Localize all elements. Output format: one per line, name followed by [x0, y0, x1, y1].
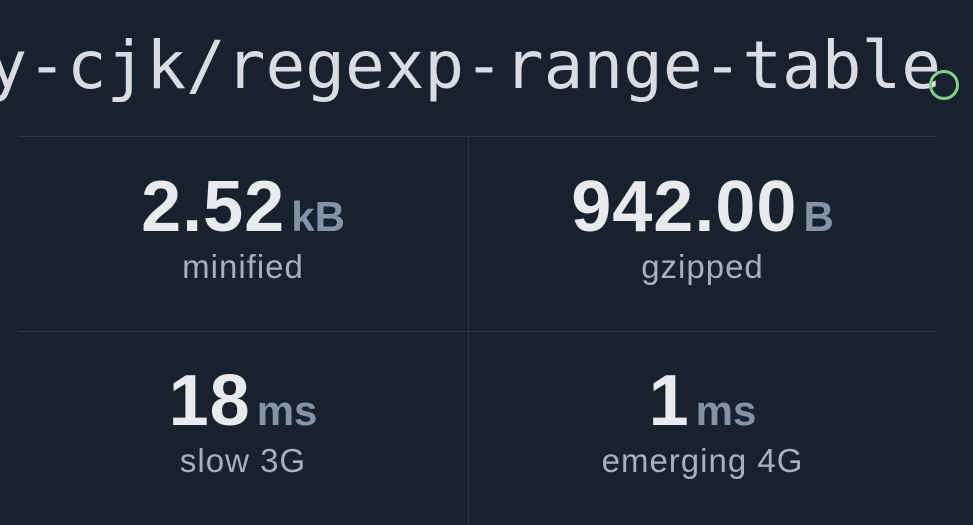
stat-slow-3g-value-line: 18 ms — [18, 361, 468, 441]
stat-slow-3g-unit: ms — [256, 387, 318, 434]
stat-minified: 2.52 kB minified — [18, 167, 468, 287]
stats-grid: 2.52 kB minified 942.00 B gzipped 18 ms slo… — [18, 136, 936, 525]
stat-emerging-4g-label: emerging 4G — [601, 442, 804, 479]
stat-emerging-4g-value-line: 1 ms — [469, 361, 936, 441]
stat-gzipped-label: gzipped — [641, 248, 764, 285]
stat-gzipped-value: 942.00 — [571, 167, 798, 247]
row-divider — [18, 331, 936, 332]
stat-slow-3g: 18 ms slow 3G — [18, 361, 468, 481]
stat-emerging-4g: 1 ms emerging 4G — [469, 361, 936, 481]
package-name-text: y-cjk/regexp-range-table — [0, 27, 941, 104]
stat-slow-3g-value: 18 — [168, 361, 251, 441]
stat-slow-3g-label: slow 3G — [179, 442, 307, 479]
stat-gzipped-unit: B — [803, 193, 834, 240]
stat-emerging-4g-unit: ms — [695, 387, 757, 434]
stat-minified-value: 2.52 — [141, 167, 286, 247]
stat-gzipped: 942.00 B gzipped — [469, 167, 936, 287]
stat-minified-unit: kB — [291, 193, 345, 240]
version-badge-icon — [929, 70, 959, 100]
package-name: y-cjk/regexp-range-table — [0, 26, 959, 106]
stat-gzipped-value-line: 942.00 B — [469, 167, 936, 247]
bundle-size-panel: y-cjk/regexp-range-table 2.52 kB minified… — [0, 0, 973, 525]
stat-minified-value-line: 2.52 kB — [18, 167, 468, 247]
stat-minified-label: minified — [182, 248, 304, 285]
stat-emerging-4g-value: 1 — [648, 361, 690, 441]
